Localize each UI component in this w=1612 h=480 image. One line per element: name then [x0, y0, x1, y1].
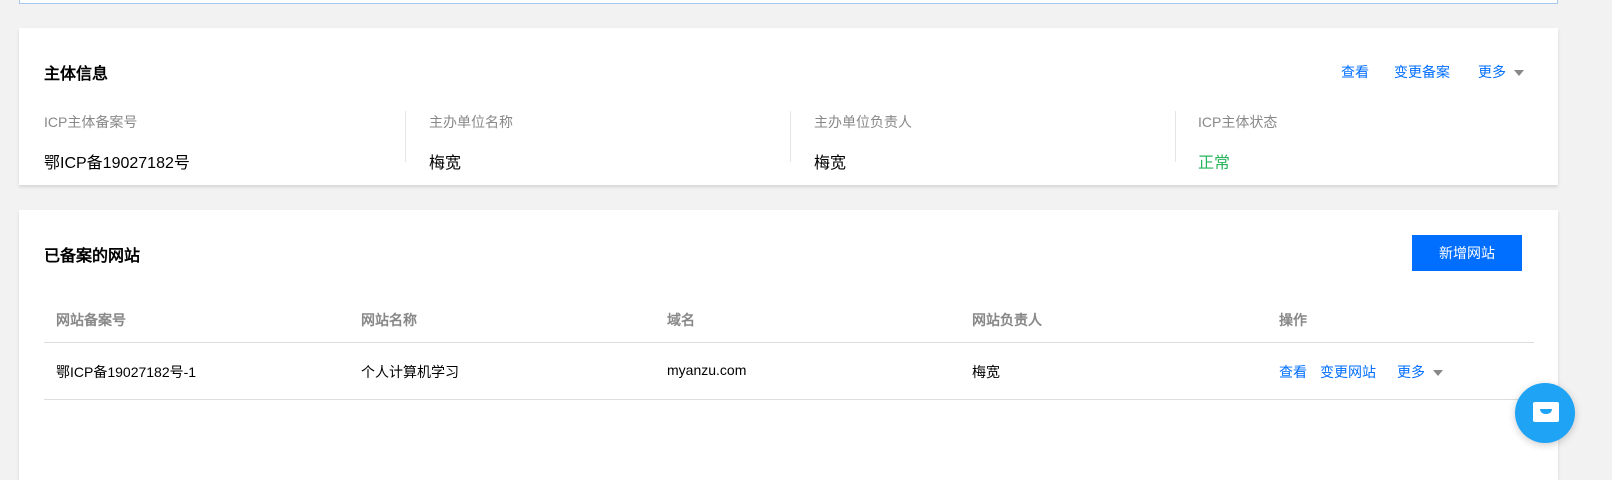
cell-name: 个人计算机学习	[361, 364, 459, 380]
card-title: 主体信息	[44, 66, 109, 83]
divider	[1175, 111, 1176, 162]
field-label: ICP主体备案号	[44, 114, 138, 130]
field-icp-number: ICP主体备案号鄂ICP备19027182号	[44, 112, 190, 172]
field-organizer: 主办单位名称 梅宽	[429, 112, 513, 172]
card-title: 已备案的网站	[44, 248, 141, 265]
chat-button[interactable]	[1515, 383, 1575, 443]
view-link[interactable]: 查看	[1341, 62, 1369, 82]
cell-record: 鄂ICP备19027182号-1	[56, 364, 197, 380]
add-site-button[interactable]: 新增网站	[1412, 235, 1522, 271]
cell-domain: myanzu.com	[667, 362, 747, 378]
field-value: 梅宽	[429, 155, 462, 172]
chat-bubble-icon	[1533, 402, 1559, 422]
column-header: 网站负责人	[972, 312, 1042, 328]
field-owner: 主办单位负责人 梅宽	[814, 112, 912, 172]
divider	[405, 111, 406, 162]
more-label: 更多	[1478, 64, 1506, 80]
field-value: 梅宽	[814, 155, 847, 172]
cell-owner: 梅宽	[972, 364, 1000, 380]
column-header: 网站备案号	[56, 312, 126, 328]
caret-down-icon	[1514, 70, 1524, 77]
status-value: 正常	[1198, 155, 1231, 172]
column-header: 域名	[667, 312, 695, 328]
more-label: 更多	[1397, 364, 1425, 380]
top-banner	[19, 0, 1558, 4]
change-record-link[interactable]: 变更备案	[1394, 62, 1450, 82]
column-header: 网站名称	[361, 312, 417, 328]
row-more-dropdown[interactable]: 更多	[1397, 362, 1443, 382]
row-divider	[44, 399, 1534, 400]
more-dropdown[interactable]: 更多	[1478, 62, 1524, 82]
header-divider	[44, 342, 1534, 343]
row-change-link[interactable]: 变更网站	[1320, 362, 1376, 382]
field-status: ICP主体状态 正常	[1198, 112, 1278, 172]
column-header: 操作	[1279, 312, 1307, 328]
field-label: ICP主体状态	[1198, 114, 1278, 130]
divider	[790, 111, 791, 162]
field-label: 主办单位名称	[429, 114, 513, 130]
sites-card: 已备案的网站 新增网站 网站备案号 网站名称 域名 网站负责人 操作 鄂ICP备…	[19, 210, 1558, 480]
field-value: 鄂ICP备19027182号	[44, 155, 190, 172]
caret-down-icon	[1433, 370, 1443, 377]
field-label: 主办单位负责人	[814, 114, 912, 130]
row-view-link[interactable]: 查看	[1279, 362, 1307, 382]
subject-info-card: 主体信息 查看 变更备案 更多 ICP主体备案号鄂ICP备19027182号 主…	[19, 28, 1558, 185]
